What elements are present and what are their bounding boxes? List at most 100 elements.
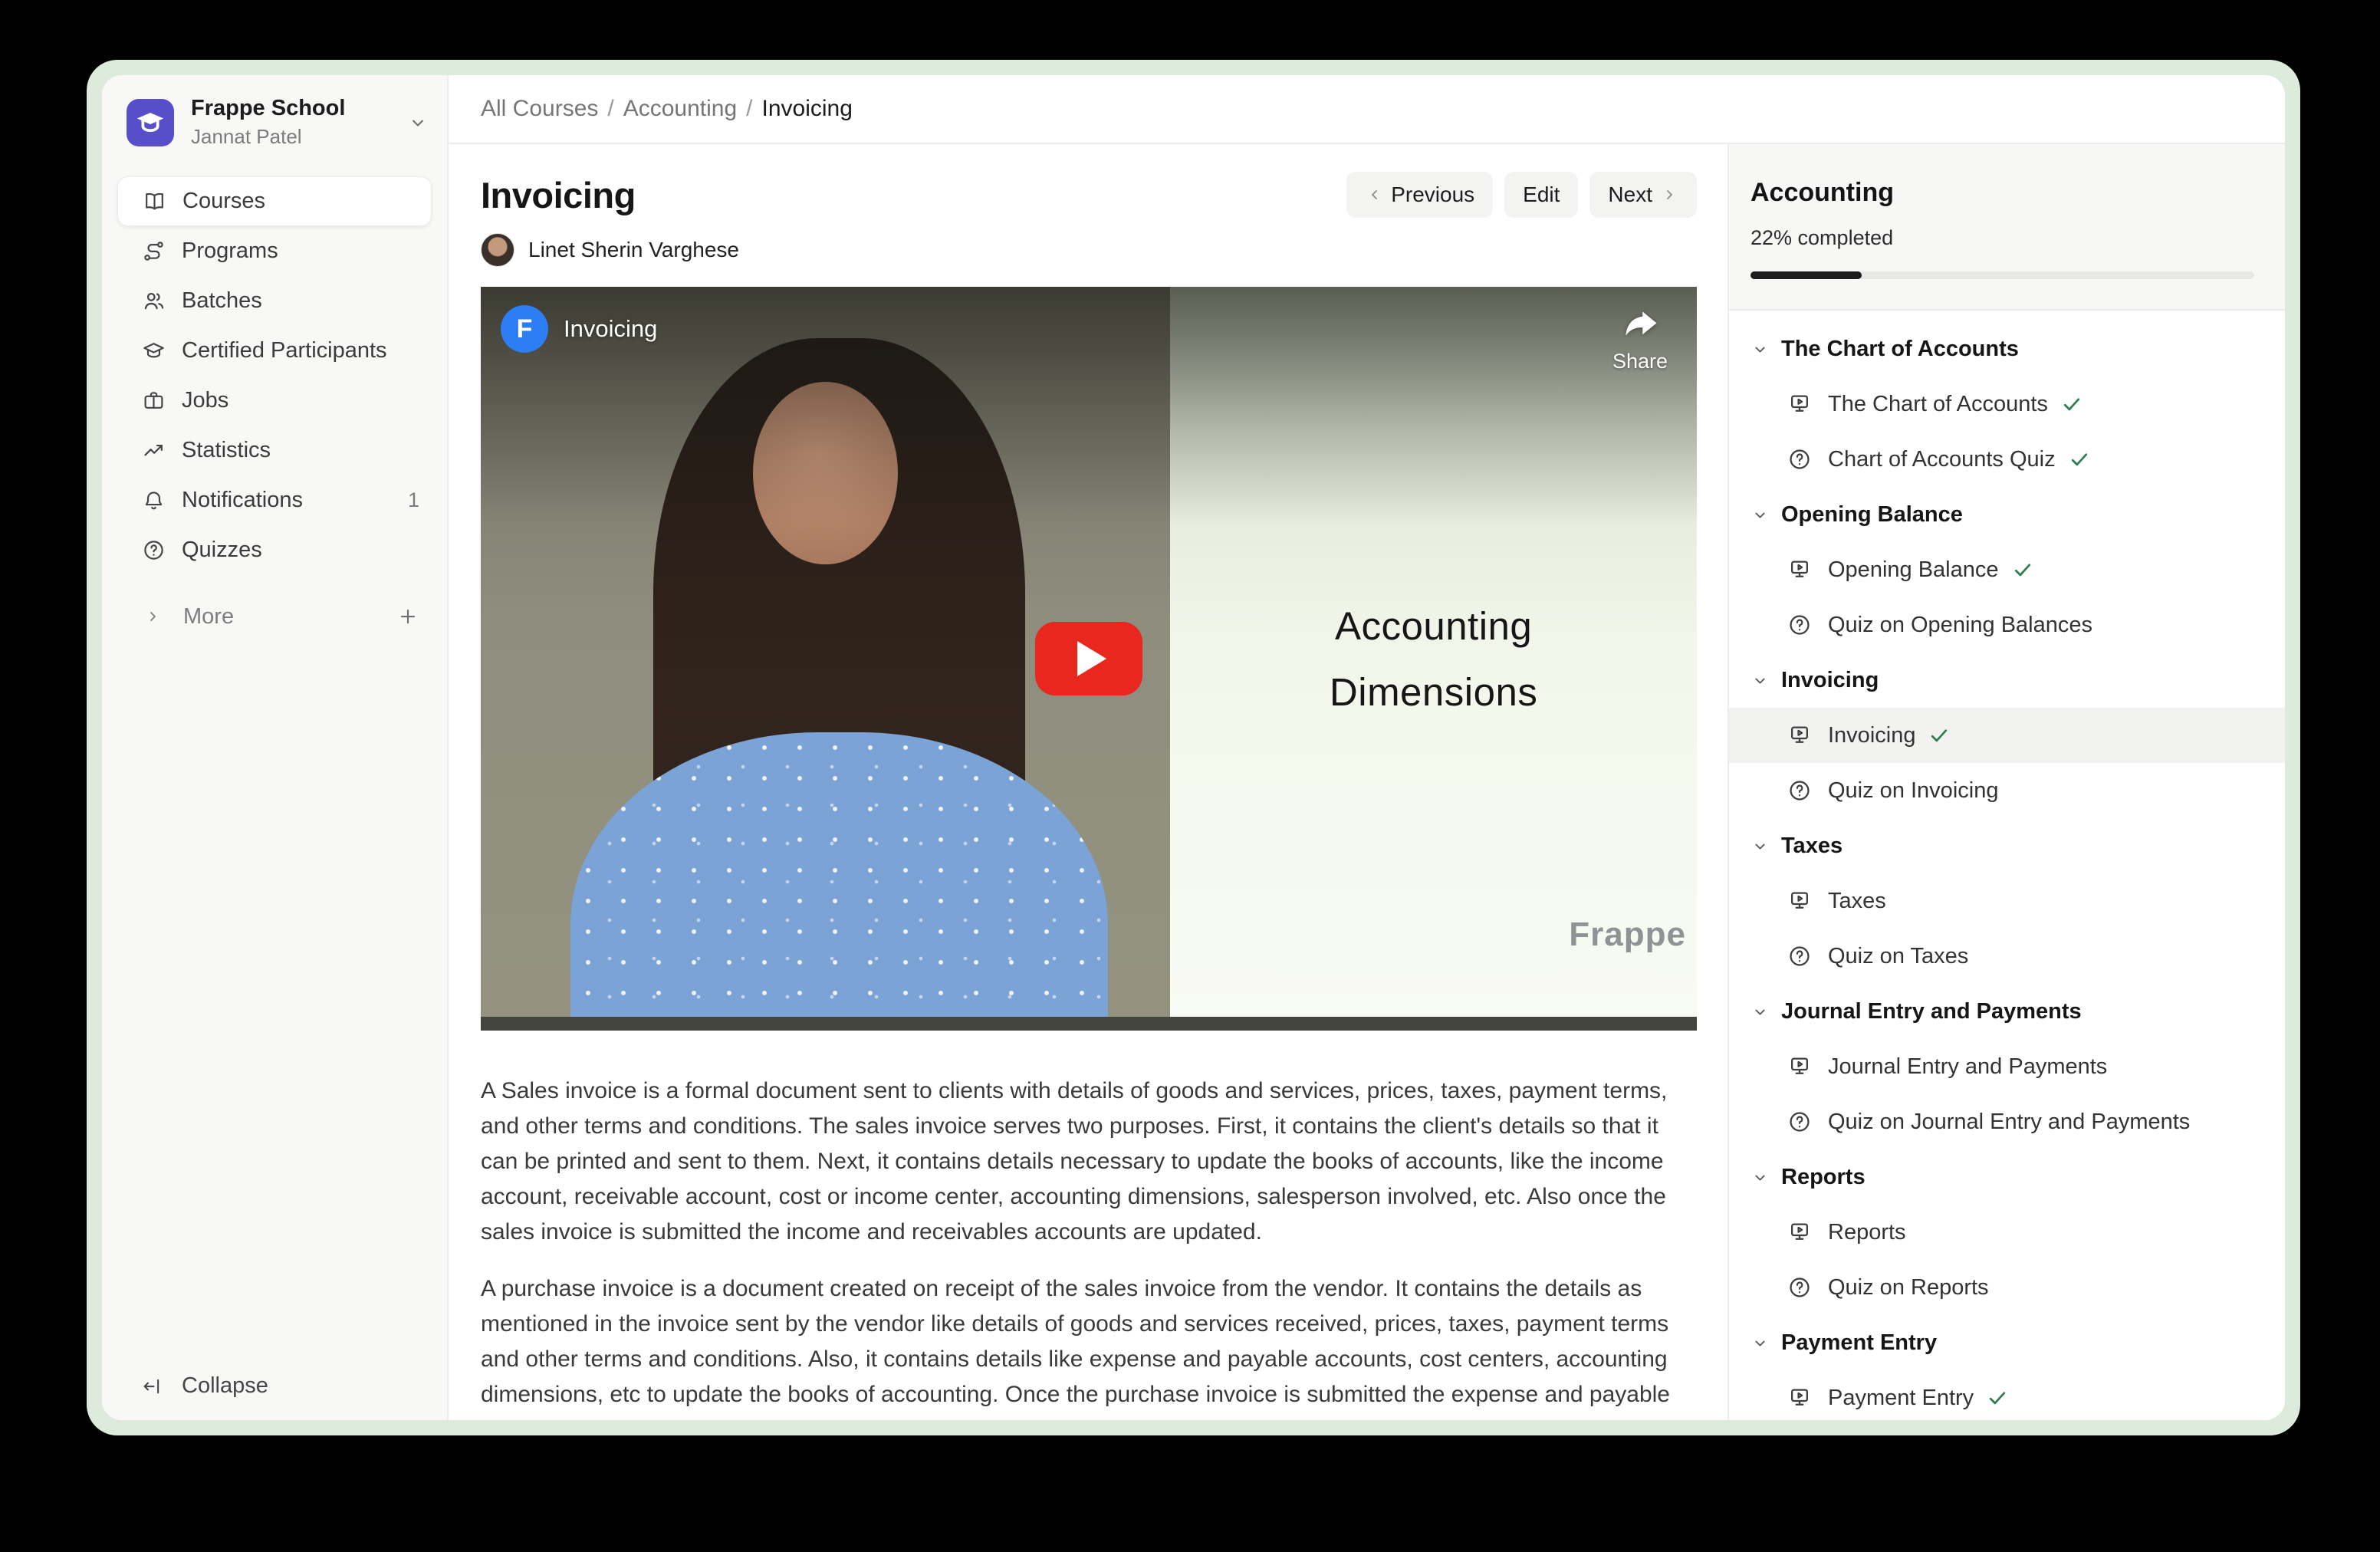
quiz-icon <box>1787 778 1812 803</box>
outline-item-taxes[interactable]: Taxes <box>1729 873 2285 929</box>
bell-icon <box>142 488 166 512</box>
sidebar-item-batches[interactable]: Batches <box>117 276 432 326</box>
outline-section-title: Opening Balance <box>1781 502 1963 528</box>
previous-button[interactable]: Previous <box>1346 172 1493 218</box>
outline-section-invoicing[interactable]: Invoicing <box>1729 653 2285 708</box>
workspace-switcher[interactable]: Frappe School Jannat Patel <box>102 75 447 149</box>
graduation-cap-icon <box>142 339 166 363</box>
outline-section-payment-entry[interactable]: Payment Entry <box>1729 1315 2285 1370</box>
outline-section-journal-entry-and-payments[interactable]: Journal Entry and Payments <box>1729 984 2285 1039</box>
next-button[interactable]: Next <box>1589 172 1697 218</box>
sidebar-item-certified-participants[interactable]: Certified Participants <box>117 326 432 376</box>
breadcrumb-all-courses[interactable]: All Courses <box>481 96 598 122</box>
sidebar-item-quizzes[interactable]: Quizzes <box>117 525 432 575</box>
sidebar-item-more[interactable]: More <box>117 594 432 640</box>
outline-item-label: Opening Balance <box>1828 557 1999 583</box>
author-name: Linet Sherin Varghese <box>528 238 739 262</box>
sidebar-item-jobs[interactable]: Jobs <box>117 376 432 426</box>
lesson-video-icon <box>1787 1386 1812 1410</box>
user-name: Jannat Patel <box>191 125 345 149</box>
help-circle-icon <box>142 538 166 562</box>
outline-item-label: Quiz on Journal Entry and Payments <box>1828 1110 2190 1135</box>
video-title[interactable]: Invoicing <box>564 315 657 343</box>
outline-item-label: Reports <box>1828 1220 1906 1245</box>
graduation-cap-logo-icon <box>133 106 167 140</box>
sidebar-item-statistics[interactable]: Statistics <box>117 426 432 475</box>
completed-check-icon <box>2068 448 2091 471</box>
course-outline-list: The Chart of Accounts The Chart of Accoun… <box>1729 311 2285 1420</box>
outline-item-the-chart-of-accounts[interactable]: The Chart of Accounts <box>1729 376 2285 432</box>
previous-label: Previous <box>1391 182 1474 207</box>
app-window: Frappe School Jannat Patel Courses Progra… <box>102 75 2285 1420</box>
outline-item-label: Quiz on Opening Balances <box>1828 613 2092 638</box>
book-open-icon <box>143 189 166 213</box>
outline-item-quiz-on-reports[interactable]: Quiz on Reports <box>1729 1260 2285 1315</box>
slide-title-line1: Accounting <box>1170 594 1697 659</box>
play-button[interactable] <box>1035 622 1142 695</box>
breadcrumb-accounting[interactable]: Accounting <box>623 96 737 122</box>
lesson-video-icon <box>1787 1054 1812 1079</box>
outline-item-label: Quiz on Reports <box>1828 1275 1989 1300</box>
outline-section-title: Payment Entry <box>1781 1330 1937 1356</box>
chevron-down-icon <box>1750 1168 1770 1187</box>
lesson-main: Invoicing Previous Edit Next <box>449 144 1727 1420</box>
sidebar-item-label: Courses <box>182 189 265 214</box>
course-outline-panel: Accounting 22% completed The Chart of Ac… <box>1727 144 2285 1420</box>
lesson-nav-buttons: Previous Edit Next <box>1346 172 1697 218</box>
progress-bar <box>1750 271 2254 279</box>
outline-section-title: Journal Entry and Payments <box>1781 999 2082 1024</box>
outline-item-quiz-on-invoicing[interactable]: Quiz on Invoicing <box>1729 763 2285 818</box>
chevron-down-icon <box>1750 1333 1770 1353</box>
outline-section-the-chart-of-accounts[interactable]: The Chart of Accounts <box>1729 321 2285 376</box>
slide-title: Accounting Dimensions <box>1170 594 1697 725</box>
outline-item-reports[interactable]: Reports <box>1729 1205 2285 1260</box>
outline-section-taxes[interactable]: Taxes <box>1729 818 2285 873</box>
outline-item-payment-entry[interactable]: Payment Entry <box>1729 1370 2285 1420</box>
outline-item-label: The Chart of Accounts <box>1828 392 2048 417</box>
sidebar-item-label: Statistics <box>182 438 271 463</box>
sidebar-item-label: Notifications <box>182 488 303 513</box>
share-icon <box>1619 305 1662 348</box>
workspace-labels: Frappe School Jannat Patel <box>191 96 345 149</box>
sidebar-nav: Courses Programs Batches Certified Particip… <box>102 176 447 575</box>
sidebar-item-courses[interactable]: Courses <box>117 176 432 226</box>
collapse-sidebar-button[interactable]: Collapse <box>128 1366 281 1406</box>
outline-item-chart-of-accounts-quiz[interactable]: Chart of Accounts Quiz <box>1729 432 2285 487</box>
edit-button[interactable]: Edit <box>1504 172 1578 218</box>
outline-item-invoicing[interactable]: Invoicing <box>1729 708 2285 763</box>
share-button[interactable]: Share <box>1612 305 1668 373</box>
course-outline-header: Accounting 22% completed <box>1729 144 2285 311</box>
progress-label: 22% completed <box>1750 226 2254 250</box>
page-title: Invoicing <box>481 174 636 216</box>
outline-section-reports[interactable]: Reports <box>1729 1149 2285 1205</box>
chevron-right-icon <box>143 607 162 626</box>
lesson-video-icon <box>1787 723 1812 748</box>
outline-item-opening-balance[interactable]: Opening Balance <box>1729 542 2285 597</box>
plus-icon[interactable] <box>396 605 419 628</box>
chevron-down-icon <box>1750 1002 1770 1021</box>
quiz-icon <box>1787 1275 1812 1300</box>
notification-badge: 1 <box>408 488 419 512</box>
outline-item-journal-entry-and-payments[interactable]: Journal Entry and Payments <box>1729 1039 2285 1094</box>
outline-item-label: Invoicing <box>1828 723 1915 748</box>
outline-item-quiz-on-taxes[interactable]: Quiz on Taxes <box>1729 929 2285 984</box>
sidebar-item-notifications[interactable]: Notifications 1 <box>117 475 432 525</box>
chevron-down-icon <box>1750 837 1770 856</box>
channel-avatar[interactable]: F <box>501 305 548 353</box>
content-area: All Courses / Accounting / Invoicing Inv… <box>449 75 2285 1420</box>
collapse-label: Collapse <box>182 1373 268 1399</box>
outline-section-opening-balance[interactable]: Opening Balance <box>1729 487 2285 542</box>
video-player[interactable]: Accounting Dimensions Frappe F Invoicing <box>481 287 1697 1031</box>
presenter-shirt <box>570 732 1108 1017</box>
lesson-video-icon <box>1787 889 1812 913</box>
completed-check-icon <box>1928 724 1951 747</box>
lesson-video-icon <box>1787 1220 1812 1245</box>
chevron-down-icon <box>1750 340 1770 359</box>
next-label: Next <box>1608 182 1652 207</box>
outline-item-quiz-on-opening-balances[interactable]: Quiz on Opening Balances <box>1729 597 2285 653</box>
edit-label: Edit <box>1523 182 1560 207</box>
outline-item-quiz-on-journal-entry-and-payments[interactable]: Quiz on Journal Entry and Payments <box>1729 1094 2285 1149</box>
sidebar-item-programs[interactable]: Programs <box>117 226 432 276</box>
completed-check-icon <box>2060 393 2083 416</box>
sidebar-item-label: Batches <box>182 288 262 314</box>
